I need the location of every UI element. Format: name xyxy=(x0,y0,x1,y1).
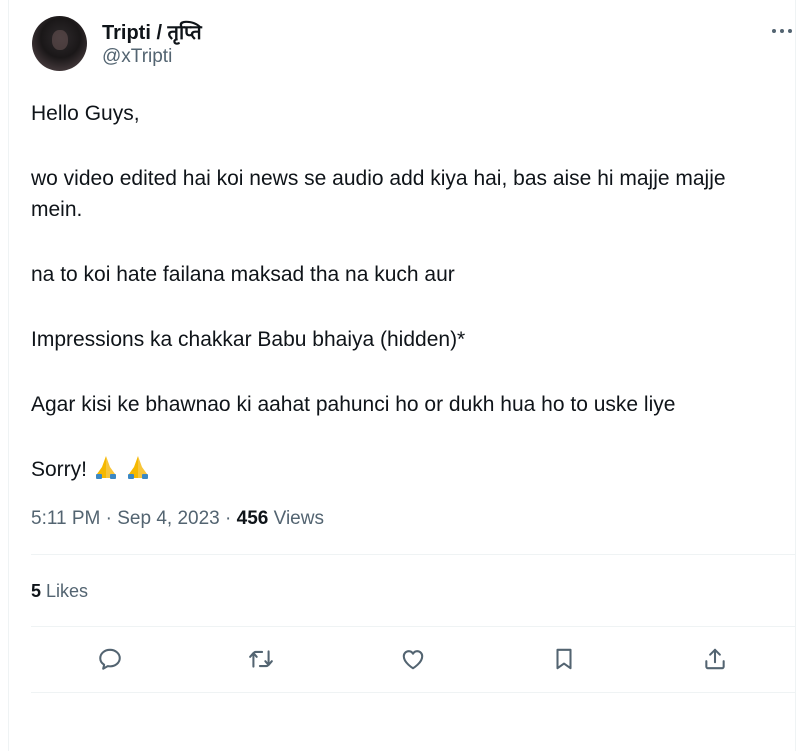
folded-hands-emoji-1 xyxy=(93,454,119,489)
bookmark-button[interactable] xyxy=(548,643,580,675)
tweet-text-line: wo video edited hai koi news se audio ad… xyxy=(31,167,726,221)
bookmark-icon xyxy=(556,648,572,670)
tweet-text-line: Impressions ka chakkar Babu bhaiya (hidd… xyxy=(31,328,466,351)
reply-button[interactable] xyxy=(94,643,126,675)
share-button[interactable] xyxy=(699,643,731,675)
display-name[interactable]: Tripti / तृप्ति xyxy=(102,18,202,45)
retweet-button[interactable] xyxy=(245,643,277,675)
user-handle[interactable]: @xTripti xyxy=(102,46,172,68)
tweet-text-last: Sorry! xyxy=(31,454,781,489)
more-icon xyxy=(772,29,792,33)
reply-icon xyxy=(99,648,121,670)
more-options-button[interactable] xyxy=(767,16,797,46)
divider xyxy=(31,626,795,627)
tweet-text-line: na to koi hate failana maksad tha na kuc… xyxy=(31,263,455,286)
avatar[interactable] xyxy=(32,16,87,71)
retweet-icon xyxy=(249,650,273,668)
likes-label: Likes xyxy=(46,581,89,601)
views-label: Views xyxy=(273,508,324,529)
meta-separator: · xyxy=(105,508,112,529)
tweet-card: Tripti / तृप्ति @xTripti Hello Guys, wo … xyxy=(8,0,796,751)
meta-separator: · xyxy=(225,508,232,529)
tweet-date[interactable]: Sep 4, 2023 xyxy=(117,508,219,529)
tweet-time[interactable]: 5:11 PM xyxy=(31,508,100,529)
like-button[interactable] xyxy=(397,643,429,675)
divider xyxy=(31,554,795,555)
tweet-text-line: Hello Guys, xyxy=(31,102,140,125)
likes-link[interactable]: 5 Likes xyxy=(31,578,88,604)
page: Tripti / तृप्ति @xTripti Hello Guys, wo … xyxy=(0,0,800,751)
share-icon xyxy=(705,648,725,670)
like-icon xyxy=(402,650,424,670)
tweet-meta: 5:11 PM · Sep 4, 2023 · 456 Views xyxy=(31,505,324,533)
folded-hands-emoji-2 xyxy=(125,454,151,489)
sorry-text: Sorry! xyxy=(31,458,88,481)
views-count: 456 xyxy=(236,508,269,529)
divider xyxy=(31,692,795,693)
likes-count: 5 xyxy=(31,581,42,601)
tweet-text-line: Agar kisi ke bhawnao ki aahat pahunci ho… xyxy=(31,393,676,416)
